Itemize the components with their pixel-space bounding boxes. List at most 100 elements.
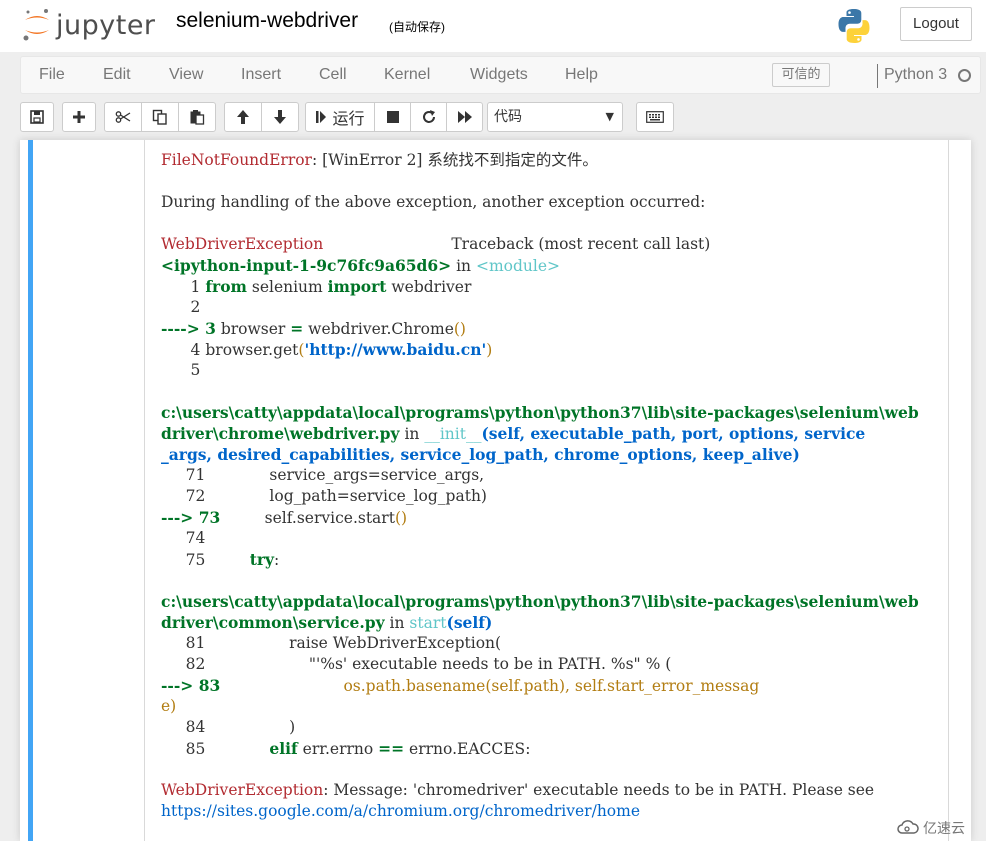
output-line: <ipython-input-1-9c76fc9a65d6> in <modul…: [161, 255, 941, 276]
output-segment: start: [357, 509, 395, 527]
menu-widgets[interactable]: Widgets: [470, 66, 528, 84]
menu-help[interactable]: Help: [565, 66, 598, 84]
paste-button[interactable]: [178, 102, 216, 132]
logout-button[interactable]: Logout: [900, 7, 972, 41]
autosave-status: (自动保存): [389, 20, 445, 34]
output-segment: get: [273, 341, 299, 359]
jupyter-wordmark: jupyter: [56, 9, 156, 41]
output-segment: FileNotFoundError: [161, 151, 312, 169]
output-segment: : [WinError 2] 系统找不到指定的文件。: [311, 151, 598, 169]
output-line: 81 raise WebDriverException(: [161, 633, 941, 654]
output-segment: browser: [205, 341, 269, 359]
output-segment: webdriver: [386, 278, 472, 296]
output-line: driver\chrome\webdriver.py in __init__(s…: [161, 423, 941, 444]
menu-view[interactable]: View: [169, 66, 203, 84]
output-segment: Chrome: [391, 320, 454, 338]
output-line: During handling of the above exception, …: [161, 192, 941, 213]
output-segment: 75: [161, 551, 250, 569]
menu-edit[interactable]: Edit: [103, 66, 131, 84]
command-palette-button[interactable]: [636, 102, 674, 132]
save-icon: [30, 110, 44, 124]
output-line: 84 ): [161, 717, 941, 738]
output-line: c:\users\catty\appdata\local\programs\py…: [161, 402, 941, 423]
copy-icon: [152, 109, 167, 125]
output-segment: (self): [446, 613, 493, 632]
cell-type-value: 代码: [494, 109, 522, 125]
run-cell-button[interactable]: 运行: [305, 102, 375, 132]
output-line: 74: [161, 528, 941, 549]
output-line: https://sites.google.com/a/chromium.org/…: [161, 801, 941, 822]
output-segment: :: [274, 551, 280, 569]
save-button[interactable]: [20, 102, 54, 132]
output-segment: =: [290, 319, 304, 338]
output-segment: <ipython-input-1-9c76fc9a65d6>: [161, 256, 452, 275]
output-line: ----> 3 browser = webdriver.Chrome(): [161, 318, 941, 339]
output-segment: ): [486, 341, 493, 359]
restart-run-all-button[interactable]: [446, 102, 483, 132]
output-segment: ---->: [161, 319, 206, 338]
arrow-up-icon: [237, 110, 249, 124]
output-line: 4 browser.get('http://www.baidu.cn'): [161, 339, 941, 360]
output-segment: in: [399, 425, 425, 443]
output-segment: --->: [161, 508, 199, 527]
notebook-name[interactable]: selenium-webdriver: [176, 9, 358, 33]
output-segment: 71 service_args=service_args,: [161, 466, 485, 484]
output-line: 5: [161, 360, 941, 381]
jupyter-logo[interactable]: jupyter: [22, 6, 156, 44]
output-line: 82 "'%s' executable needs to be in PATH.…: [161, 654, 941, 675]
copy-button[interactable]: [141, 102, 179, 132]
output-line: 72 log_path=service_log_path): [161, 486, 941, 507]
run-label: 运行: [332, 109, 365, 128]
cut-button[interactable]: [104, 102, 142, 132]
move-cell-down-button[interactable]: [261, 102, 299, 132]
output-segment: driver\chrome\webdriver.py: [161, 424, 400, 443]
insert-cell-below-button[interactable]: [62, 102, 96, 132]
kernel-separator: [877, 64, 878, 88]
output-segment: self: [220, 509, 292, 527]
output-segment: webdriver: [303, 320, 387, 338]
output-segment: (self, executable_path, port, options, s…: [481, 424, 866, 443]
move-cell-up-button[interactable]: [224, 102, 262, 132]
cloud-logo-icon: [897, 820, 919, 834]
trusted-notebook-button[interactable]: 可信的: [772, 63, 830, 87]
output-segment: During handling of the above exception, …: [161, 193, 706, 211]
watermark-text: 亿速云: [923, 821, 965, 837]
output-segment: 5: [161, 361, 201, 379]
output-line: 71 service_args=service_args,: [161, 465, 941, 486]
output-line: e): [161, 696, 941, 717]
menu-kernel[interactable]: Kernel: [384, 66, 430, 84]
interrupt-kernel-button[interactable]: [374, 102, 411, 132]
header: jupyter selenium-webdriver (自动保存) Logout: [0, 0, 986, 52]
output-segment: :: [525, 740, 531, 758]
restart-kernel-button[interactable]: [410, 102, 447, 132]
output-segment: 74: [161, 529, 206, 547]
output-segment: 4: [161, 341, 206, 359]
output-segment: selenium: [246, 278, 328, 296]
output-segment: --->: [161, 676, 199, 695]
plus-icon: [73, 111, 85, 123]
output-segment: <module>: [475, 257, 561, 275]
output-segment: browser: [215, 320, 291, 338]
kernel-name[interactable]: Python 3: [884, 66, 947, 84]
output-segment: errno: [404, 740, 453, 758]
step-forward-icon: [316, 111, 327, 123]
python-logo-icon: [838, 9, 870, 43]
output-segment: c:\users\catty\appdata\local\programs\py…: [161, 592, 919, 611]
output-segment: (): [453, 320, 466, 338]
refresh-icon: [422, 110, 435, 123]
output-segment: WebDriverException: [161, 235, 324, 253]
output-segment: ==: [378, 739, 405, 758]
output-segment: https://sites.google.com/a/chromium.org/…: [161, 802, 641, 820]
menu-insert[interactable]: Insert: [241, 66, 281, 84]
output-line: c:\users\catty\appdata\local\programs\py…: [161, 591, 941, 612]
output-segment: import: [327, 277, 387, 296]
output-line: 1 from selenium import webdriver: [161, 276, 941, 297]
menu-cell[interactable]: Cell: [319, 66, 347, 84]
menu-file[interactable]: File: [39, 66, 65, 84]
fast-forward-icon: [457, 111, 472, 123]
output-segment: (): [394, 509, 408, 527]
output-line: ---> 73 self.service.start(): [161, 507, 941, 528]
output-segment: 3: [205, 319, 216, 338]
cell-type-select[interactable]: 代码 ▼: [487, 102, 623, 132]
